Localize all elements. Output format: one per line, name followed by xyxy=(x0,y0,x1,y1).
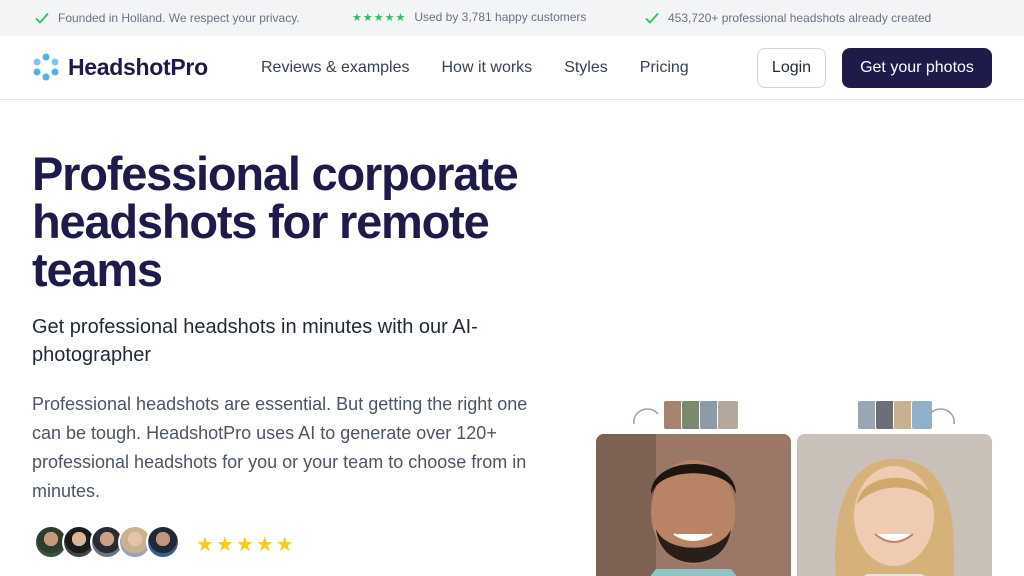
headshot-photo-female xyxy=(797,434,992,576)
main-nav: Reviews & examples How it works Styles P… xyxy=(261,59,689,77)
logo[interactable]: HeadshotPro xyxy=(32,53,208,81)
curved-arrow-icon xyxy=(633,408,659,425)
star-rating: ★★★★★ xyxy=(196,534,296,556)
headshot-example-female xyxy=(797,434,992,576)
logo-icon xyxy=(33,53,59,81)
input-photos-right xyxy=(857,400,933,430)
nav-styles[interactable]: Styles xyxy=(564,59,608,77)
trust-text-headshots: 453,720+ professional headshots already … xyxy=(668,11,932,25)
nav-pricing[interactable]: Pricing xyxy=(640,59,689,77)
trust-text-customers: Used by 3,781 happy customers xyxy=(414,10,587,24)
check-icon xyxy=(35,12,49,24)
headshot-photo-male xyxy=(596,434,791,576)
hero-title: Professional corporate headshots for rem… xyxy=(32,147,519,296)
curved-arrow-icon xyxy=(929,408,955,425)
trust-bar: Founded in Holland. We respect your priv… xyxy=(0,0,1024,36)
headshot-example-male xyxy=(596,434,791,576)
trust-item-privacy: Founded in Holland. We respect your priv… xyxy=(34,10,300,26)
trust-item-headshots: 453,720+ professional headshots already … xyxy=(644,10,931,26)
site-header: HeadshotPro Reviews & examples How it wo… xyxy=(0,36,1024,100)
check-icon xyxy=(645,12,659,24)
trust-text-privacy: Founded in Holland. We respect your priv… xyxy=(58,11,300,25)
logo-text: HeadshotPro xyxy=(68,53,208,80)
avatar xyxy=(146,525,180,559)
input-photo-thumbnail xyxy=(717,400,739,430)
hero-subtitle: Get professional headshots in minutes wi… xyxy=(32,316,478,366)
nav-how-it-works[interactable]: How it works xyxy=(442,59,533,77)
hero-description: Professional headshots are essential. Bu… xyxy=(32,394,528,501)
get-photos-button[interactable]: Get your photos xyxy=(842,48,992,88)
customer-avatars xyxy=(34,525,180,559)
nav-reviews[interactable]: Reviews & examples xyxy=(261,59,410,77)
star-rating-icon: ★★★★★ xyxy=(352,11,407,24)
trust-item-customers: ★★★★★ Used by 3,781 happy customers xyxy=(352,10,586,24)
input-photos-left xyxy=(663,400,739,430)
login-button[interactable]: Login xyxy=(757,48,826,88)
